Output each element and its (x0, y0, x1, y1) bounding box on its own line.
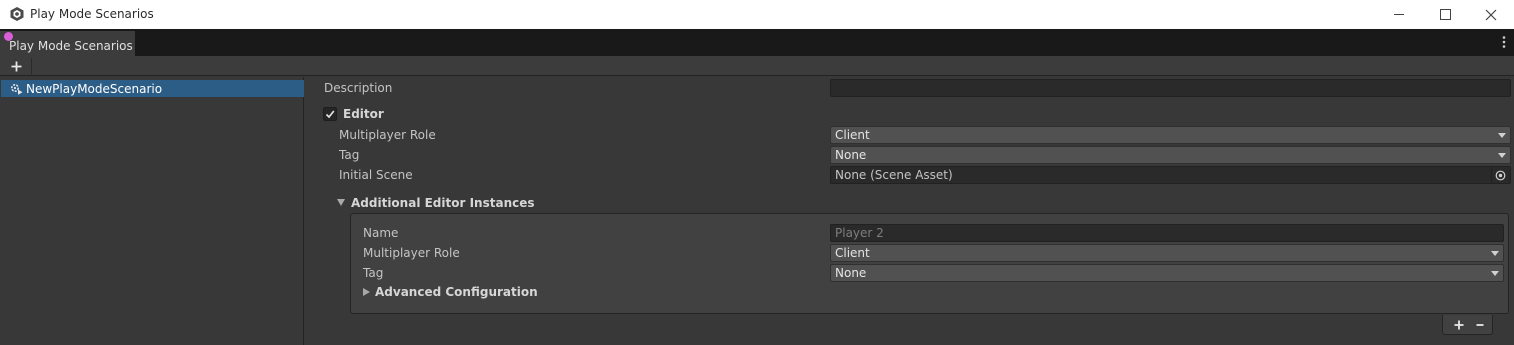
editor-tag-label: Tag (339, 148, 360, 162)
chevron-down-icon (1498, 153, 1506, 158)
minimize-button[interactable] (1376, 0, 1422, 29)
chevron-down-icon (1498, 133, 1506, 138)
instance-name-label: Name (363, 226, 399, 240)
scenario-inspector: Description Editor Multiplayer Role Clie… (305, 77, 1514, 345)
chevron-down-icon (1491, 271, 1499, 276)
list-item[interactable]: NewPlayModeScenario (1, 80, 304, 97)
editor-multiplayer-role-label: Multiplayer Role (339, 128, 436, 142)
plus-icon (1454, 320, 1464, 330)
checkmark-icon (325, 110, 335, 119)
instance-name-placeholder: Player 2 (835, 226, 884, 240)
maximize-icon (1439, 9, 1451, 20)
chevron-down-icon (1491, 251, 1499, 256)
editor-checkbox[interactable] (323, 107, 337, 121)
instance-tag-label: Tag (363, 266, 384, 280)
foldout-expanded-icon[interactable] (337, 199, 345, 206)
dropdown-value: Client (835, 128, 870, 142)
dropdown-value: Client (835, 246, 870, 260)
maximize-button[interactable] (1422, 0, 1468, 29)
description-field[interactable] (830, 79, 1511, 97)
scenario-list-panel: NewPlayModeScenario (0, 77, 304, 345)
minimize-icon (1393, 14, 1404, 15)
scenario-gear-icon (10, 83, 23, 95)
foldout-collapsed-icon[interactable] (363, 288, 370, 296)
instance-multiplayer-role-label: Multiplayer Role (363, 246, 460, 260)
minus-icon (1476, 324, 1484, 326)
editor-tab-strip: Play Mode Scenarios (0, 29, 1514, 56)
dropdown-value: None (835, 148, 867, 162)
window-titlebar: Play Mode Scenarios (0, 0, 1514, 29)
remove-instance-button[interactable] (1473, 318, 1487, 332)
description-label: Description (324, 81, 393, 95)
initial-scene-value: None (Scene Asset) (835, 168, 953, 182)
object-picker-icon (1495, 170, 1506, 180)
initial-scene-label: Initial Scene (339, 168, 413, 182)
add-scenario-button[interactable] (6, 57, 26, 75)
close-window-button[interactable] (1468, 0, 1514, 29)
close-icon (1485, 9, 1497, 20)
advanced-configuration-label[interactable]: Advanced Configuration (375, 285, 538, 299)
unity-logo-icon (10, 7, 24, 21)
instance-name-field[interactable]: Player 2 (830, 224, 1504, 242)
toolbar (0, 56, 1514, 76)
additional-instances-list: Name Player 2 Multiplayer Role Client Ta… (350, 213, 1509, 314)
tab-label: Play Mode Scenarios (9, 39, 133, 53)
editor-tag-dropdown[interactable]: None (830, 146, 1511, 164)
list-item-label: NewPlayModeScenario (26, 82, 163, 96)
editor-section-label: Editor (343, 107, 384, 121)
dropdown-value: None (835, 266, 867, 280)
add-instance-button[interactable] (1452, 318, 1466, 332)
tab-indicator-dot (4, 32, 13, 41)
instance-tag-dropdown[interactable]: None (830, 264, 1504, 282)
editor-multiplayer-role-dropdown[interactable]: Client (830, 126, 1511, 144)
list-footer (1442, 315, 1493, 335)
object-picker-button[interactable] (1491, 167, 1509, 183)
window-title: Play Mode Scenarios (30, 7, 154, 21)
toolbar-separator (31, 58, 32, 74)
plus-icon (11, 61, 21, 71)
additional-instances-label[interactable]: Additional Editor Instances (351, 196, 535, 210)
tab-play-mode-scenarios[interactable]: Play Mode Scenarios (0, 31, 135, 56)
instance-multiplayer-role-dropdown[interactable]: Client (830, 244, 1504, 262)
initial-scene-field[interactable]: None (Scene Asset) (830, 166, 1511, 184)
kebab-menu-icon[interactable] (1500, 34, 1508, 50)
